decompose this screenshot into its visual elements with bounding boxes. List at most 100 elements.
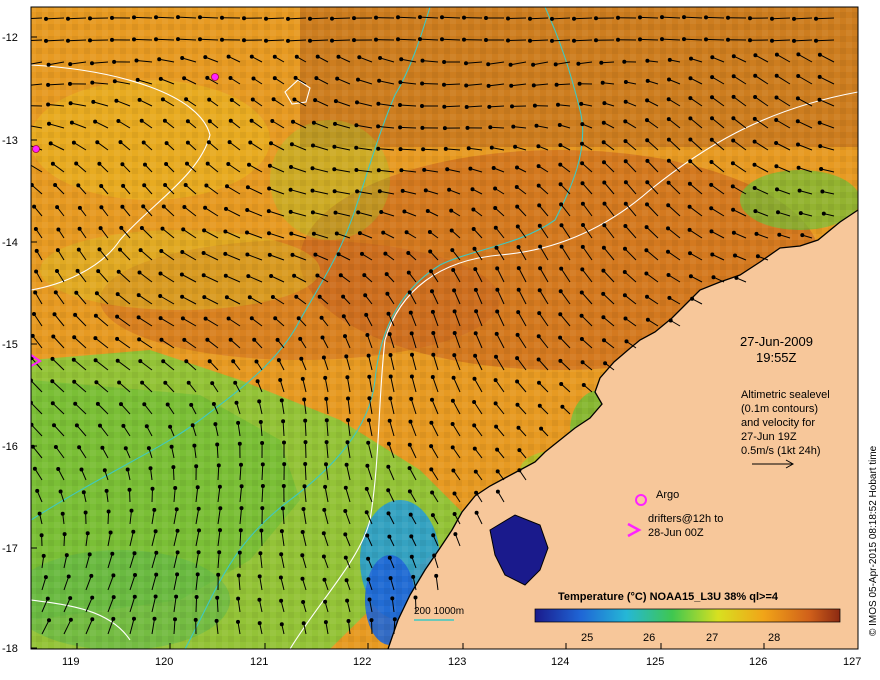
- velocity-arrowhead: [71, 140, 76, 145]
- velocity-arrowhead: [392, 617, 397, 622]
- velocity-arrowhead: [236, 420, 241, 425]
- velocity-arrowhead: [138, 359, 143, 364]
- velocity-arrowhead: [432, 553, 437, 558]
- velocity-arrowhead: [557, 123, 562, 127]
- velocity-arrowhead: [484, 16, 488, 20]
- velocity-arrowhead: [269, 274, 274, 278]
- velocity-arrowhead: [228, 76, 233, 80]
- velocity-arrowhead: [602, 160, 606, 165]
- velocity-arrowhead: [152, 507, 157, 512]
- velocity-arrowhead: [644, 271, 649, 276]
- velocity-arrow: [265, 39, 285, 42]
- velocity-arrowhead: [193, 617, 198, 622]
- velocity-arrowhead: [689, 56, 693, 61]
- velocity-arrowhead: [374, 15, 378, 20]
- info-line: 0.5m/s (1kt 24h): [741, 445, 820, 457]
- velocity-arrow: [397, 38, 417, 41]
- velocity-arrowhead: [33, 290, 38, 295]
- velocity-arrowhead: [164, 162, 169, 166]
- velocity-arrowhead: [35, 488, 40, 493]
- velocity-arrowhead: [25, 104, 28, 107]
- velocity-arrowhead: [50, 401, 55, 406]
- velocity-arrowhead: [506, 16, 510, 21]
- velocity-arrowhead: [536, 183, 541, 188]
- velocity-arrowhead: [558, 358, 563, 363]
- velocity-arrowhead: [434, 573, 439, 578]
- velocity-arrowhead: [203, 316, 208, 321]
- velocity-arrowhead: [534, 123, 539, 128]
- velocity-arrowhead: [423, 188, 428, 193]
- velocity-arrowhead: [554, 82, 559, 87]
- velocity-arrowhead: [516, 310, 521, 315]
- velocity-arrowhead: [450, 422, 455, 426]
- velocity-arrowhead: [410, 352, 414, 357]
- velocity-arrowhead: [138, 248, 143, 253]
- velocity-arrowhead: [322, 507, 327, 512]
- velocity-arrowhead: [753, 95, 758, 99]
- velocity-arrowhead: [233, 380, 238, 385]
- credit-text: © IMOS 05-Apr-2015 08:18:52 Hobart time: [868, 445, 879, 636]
- velocity-arrowhead: [62, 532, 67, 537]
- velocity-arrowhead: [179, 272, 184, 277]
- velocity-arrowhead: [352, 38, 356, 43]
- velocity-arrowhead: [205, 337, 210, 342]
- velocity-arrowhead: [471, 207, 476, 212]
- velocity-arrowhead: [257, 621, 262, 626]
- velocity-arrowhead: [515, 356, 520, 361]
- velocity-arrowhead: [91, 99, 96, 104]
- velocity-arrowhead: [159, 249, 164, 253]
- lat-tick-label: -15: [2, 339, 18, 351]
- velocity-arrowhead: [517, 448, 522, 453]
- velocity-arrowhead: [442, 82, 446, 87]
- velocity-arrowhead: [89, 573, 94, 578]
- velocity-arrowhead: [296, 316, 301, 321]
- velocity-arrowhead: [255, 379, 260, 384]
- velocity-arrowhead: [214, 618, 219, 623]
- velocity-arrowhead: [645, 58, 650, 63]
- velocity-arrowhead: [796, 165, 801, 170]
- velocity-arrowhead: [247, 295, 252, 300]
- velocity-arrowhead: [302, 484, 307, 489]
- velocity-arrowhead: [55, 205, 60, 210]
- velocity-arrowhead: [666, 158, 671, 163]
- velocity-arrowhead: [343, 532, 348, 537]
- velocity-arrowhead: [430, 513, 435, 518]
- lon-tick-label: 124: [551, 656, 569, 668]
- velocity-arrowhead: [217, 484, 222, 489]
- velocity-arrowhead: [645, 118, 649, 123]
- velocity-arrowhead: [599, 60, 604, 65]
- velocity-arrowhead: [310, 210, 315, 215]
- velocity-arrowhead: [430, 397, 434, 402]
- velocity-arrowhead: [247, 162, 251, 167]
- velocity-arrowhead: [257, 597, 262, 602]
- velocity-arrowhead: [576, 61, 581, 66]
- velocity-arrowhead: [47, 618, 51, 623]
- velocity-arrowhead: [118, 247, 122, 252]
- velocity-arrowhead: [137, 97, 142, 102]
- velocity-arrowhead: [452, 353, 457, 358]
- velocity-arrowhead: [279, 598, 284, 603]
- velocity-arrowhead: [175, 550, 180, 555]
- velocity-arrowhead: [682, 15, 686, 20]
- velocity-arrowhead: [814, 16, 818, 21]
- velocity-arrowhead: [75, 268, 80, 273]
- velocity-arrowhead: [300, 553, 305, 558]
- velocity-arrowhead: [579, 290, 584, 295]
- velocity-arrowhead: [215, 595, 220, 600]
- velocity-arrowhead: [422, 167, 427, 172]
- velocity-arrowhead: [341, 314, 346, 319]
- velocity-arrowhead: [383, 251, 388, 256]
- velocity-arrowhead: [185, 119, 190, 124]
- velocity-arrowhead: [94, 291, 99, 296]
- velocity-arrowhead: [93, 358, 98, 363]
- velocity-arrowhead: [731, 74, 736, 79]
- velocity-arrowhead: [161, 204, 166, 209]
- velocity-arrowhead: [428, 249, 433, 254]
- velocity-arrowhead: [160, 97, 165, 102]
- velocity-arrowhead: [332, 167, 337, 172]
- velocity-arrowhead: [267, 231, 271, 236]
- velocity-arrow: [133, 38, 153, 41]
- velocity-arrowhead: [473, 267, 478, 272]
- velocity-arrowhead: [123, 446, 128, 451]
- velocity-arrowhead: [223, 273, 228, 278]
